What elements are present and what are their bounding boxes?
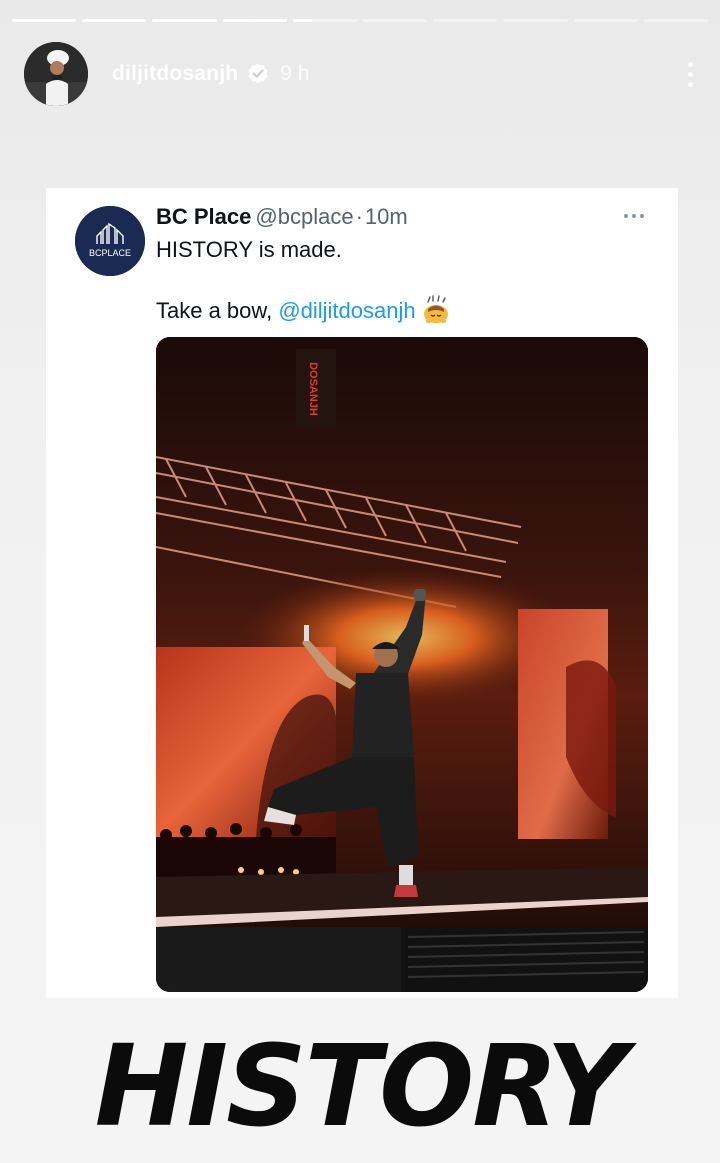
speaker-brand-text: DOSANJH <box>307 362 319 416</box>
progress-segment <box>152 19 217 22</box>
tweet-header: BC Place @bcplace·10m <box>156 204 408 230</box>
bowing-face-emoji <box>423 295 448 324</box>
logo-text: BCPLACE <box>89 248 131 258</box>
verified-badge-icon <box>248 63 268 84</box>
tweet-text-prefix: Take a bow, <box>156 298 279 323</box>
progress-segment <box>82 19 147 22</box>
progress-segment <box>222 19 287 22</box>
bcplace-logo-icon: BCPLACE <box>75 206 145 276</box>
progress-segment <box>12 19 77 22</box>
story-username[interactable]: diljitdosanjh <box>112 62 238 86</box>
tweet-mention-link[interactable]: @diljitdosanjh <box>278 298 415 323</box>
progress-segment <box>573 19 638 22</box>
bcplace-logo-avatar[interactable]: BCPLACE <box>75 206 145 276</box>
more-horizontal-icon[interactable] <box>622 208 646 224</box>
story-caption: HISTORY <box>94 1022 628 1152</box>
tweet-text-line-1: HISTORY is made. <box>156 237 342 262</box>
avatar-illustration <box>24 42 88 106</box>
story-header: diljitdosanjh 9 h <box>24 42 700 106</box>
progress-segment-current <box>292 19 358 22</box>
tweet-photo[interactable]: DOSANJH <box>156 337 648 992</box>
story-progress-bar <box>12 19 709 22</box>
progress-segment <box>503 19 568 22</box>
story-timestamp: 9 h <box>280 62 310 85</box>
concert-stage-photo: DOSANJH <box>156 337 648 992</box>
progress-segment <box>433 19 498 22</box>
profile-avatar[interactable] <box>24 42 88 106</box>
tweet-card[interactable]: BCPLACE BC Place @bcplace·10m HISTORY is … <box>46 188 678 998</box>
tweet-author-name[interactable]: BC Place <box>156 204 251 229</box>
more-vertical-icon[interactable] <box>680 54 700 94</box>
tweet-text-line-2: Take a bow, @diljitdosanjh <box>156 295 450 324</box>
tweet-time: 10m <box>364 204 408 229</box>
progress-segment <box>363 19 428 22</box>
tweet-separator: · <box>355 204 363 229</box>
progress-segment <box>643 19 709 22</box>
tweet-author-handle[interactable]: @bcplace <box>255 204 353 229</box>
